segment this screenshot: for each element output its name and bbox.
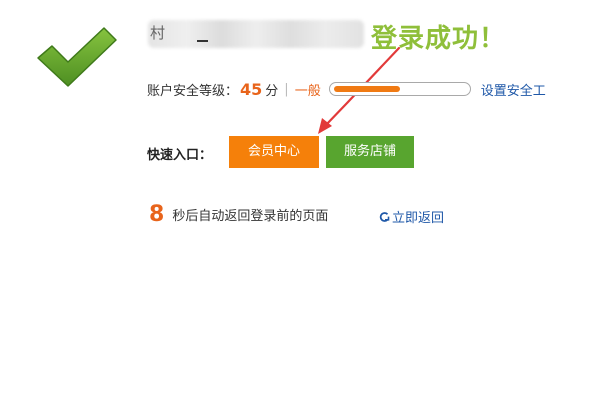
security-level-row: 账户安全等级： 45 分 | 一般 设置安全工: [147, 78, 546, 100]
username-masked: [148, 20, 364, 48]
success-check-icon: [37, 27, 117, 87]
service-store-button[interactable]: 服务店铺: [326, 136, 414, 168]
username-cursor-mark: [197, 40, 208, 42]
countdown-seconds: 8: [149, 201, 165, 227]
security-score: 45: [240, 79, 263, 99]
countdown-text: 秒后自动返回登录前的页面: [172, 208, 329, 224]
return-arrow-icon: [379, 211, 390, 222]
username-first-char: 村: [150, 24, 166, 42]
security-separator: |: [284, 81, 289, 97]
security-progress-bar: [328, 82, 471, 96]
security-level-text: 一般: [294, 83, 321, 99]
login-success-page: 村 登录成功！ 账户安全等级： 45 分 | 一般 设置安全工 快速入口： 会员…: [0, 0, 600, 400]
member-center-button[interactable]: 会员中心: [229, 136, 319, 168]
return-now-label: 立即返回: [392, 211, 445, 226]
return-now-link[interactable]: 立即返回: [378, 207, 444, 226]
security-progress-fill: [333, 86, 400, 92]
set-security-link[interactable]: 设置安全工: [481, 80, 546, 99]
quick-entry-label: 快速入口：: [147, 148, 213, 163]
login-success-annotation: 登录成功！: [371, 24, 507, 54]
countdown-row: 8 秒后自动返回登录前的页面: [149, 200, 328, 228]
security-score-unit: 分: [265, 83, 279, 99]
security-label: 账户安全等级：: [147, 83, 239, 99]
